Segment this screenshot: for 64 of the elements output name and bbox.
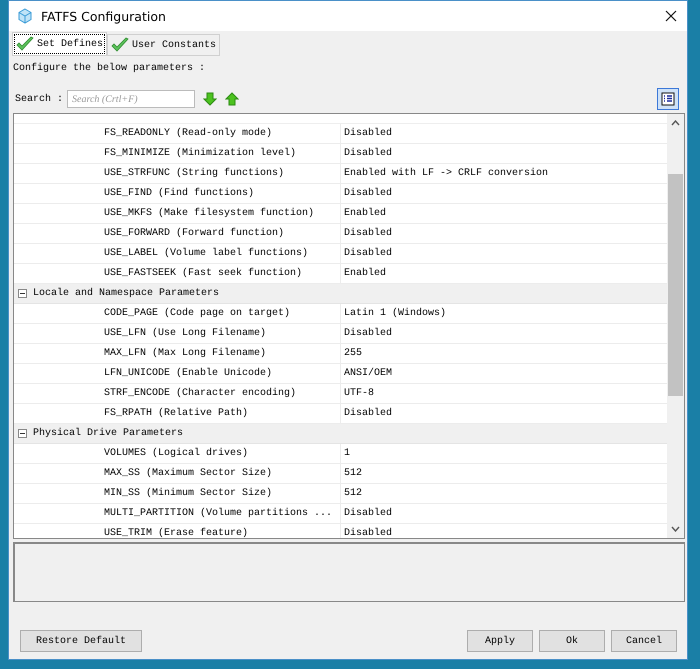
instruction-text: Configure the below parameters : — [13, 63, 206, 76]
parameter-name: MAX_LFN (Max Long Filename) — [14, 344, 341, 363]
parameter-value[interactable]: ANSI/OEM — [341, 368, 392, 379]
parameter-value[interactable]: Disabled — [341, 508, 392, 519]
parameter-value[interactable]: Disabled — [341, 408, 392, 419]
parameter-name: CODE_PAGE (Code page on target) — [14, 304, 341, 323]
scroll-down-icon[interactable] — [671, 526, 680, 532]
parameter-name: MULTI_PARTITION (Volume partitions ... — [14, 504, 341, 523]
dialog-button[interactable]: Ok — [539, 630, 605, 652]
tab[interactable]: Set Defines — [12, 32, 108, 56]
parameter-name: USE_LFN (Use Long Filename) — [14, 324, 341, 343]
list-icon — [661, 92, 675, 106]
parameter-value[interactable]: Enabled — [341, 268, 386, 279]
parameter-name: USE_FIND (Find functions) — [14, 184, 341, 203]
search-field[interactable]: Search (Crtl+F) — [67, 90, 196, 108]
parameter-name: MIN_SS (Minimum Sector Size) — [14, 484, 341, 503]
parameter-name: FS_MINIMIZE (Minimization level) — [14, 144, 341, 163]
parameter-value[interactable]: Latin 1 (Windows) — [341, 308, 446, 319]
parameter-value[interactable]: 512 — [341, 468, 362, 479]
parameter-name: FS_READONLY (Read-only mode) — [14, 124, 341, 143]
parameter-name: MAX_SS (Maximum Sector Size) — [14, 464, 341, 483]
parameter-name: USE_FORWARD (Forward function) — [14, 224, 341, 243]
parameter-name: USE_TRIM (Erase feature) — [14, 524, 341, 538]
checkmark-icon — [111, 37, 130, 53]
parameter-name: VOLUMES (Logical drives) — [14, 444, 341, 463]
parameter-value[interactable]: Enabled with LF -> CRLF conversion — [341, 168, 548, 179]
parameter-value[interactable]: Disabled — [341, 528, 392, 538]
collapse-toggle[interactable] — [18, 289, 27, 298]
parameter-name: USE_FASTSEEK (Fast seek function) — [14, 264, 341, 283]
checkmark-icon — [16, 36, 34, 52]
collapse-toggle[interactable] — [18, 429, 27, 438]
restore-default-button[interactable]: Restore Default — [20, 630, 142, 652]
group-header: Physical Drive Parameters — [33, 428, 184, 439]
dialog-button[interactable]: Cancel — [611, 630, 677, 652]
parameter-value[interactable]: Disabled — [341, 328, 392, 339]
scrollbar-thumb[interactable] — [668, 174, 683, 396]
parameter-value[interactable]: Disabled — [341, 128, 392, 139]
up-arrow-icon[interactable] — [225, 92, 240, 106]
parameter-value[interactable]: UTF-8 — [341, 388, 374, 399]
parameter-value[interactable]: Disabled — [341, 228, 392, 239]
scroll-up-icon[interactable] — [671, 120, 680, 126]
parameter-name: STRF_ENCODE (Character encoding) — [14, 384, 341, 403]
list-view-button[interactable] — [657, 88, 679, 110]
group-header: Locale and Namespace Parameters — [33, 288, 220, 299]
cube-icon — [17, 8, 33, 24]
down-arrow-icon[interactable] — [203, 92, 218, 106]
parameter-name: USE_LABEL (Volume label functions) — [14, 244, 341, 263]
parameter-value[interactable]: Disabled — [341, 248, 392, 259]
window-title: FATFS Configuration — [41, 8, 167, 24]
parameter-value[interactable]: Enabled — [341, 208, 386, 219]
parameter-name: LFN_UNICODE (Enable Unicode) — [14, 364, 341, 383]
close-icon[interactable] — [665, 10, 677, 22]
scrollbar[interactable] — [667, 114, 684, 538]
parameter-value[interactable]: 1 — [341, 448, 350, 459]
parameter-name: USE_STRFUNC (String functions) — [14, 164, 341, 183]
parameter-name: FS_RPATH (Relative Path) — [14, 404, 341, 423]
parameter-value[interactable]: 255 — [341, 348, 362, 359]
parameter-value[interactable]: 512 — [341, 488, 362, 499]
parameter-value[interactable]: Disabled — [341, 148, 392, 159]
parameter-value[interactable]: Disabled — [341, 188, 392, 199]
dialog-button[interactable]: Apply — [467, 630, 533, 652]
search-label: Search : — [15, 94, 64, 104]
parameter-name: USE_MKFS (Make filesystem function) — [14, 204, 341, 223]
tab[interactable]: User Constants — [107, 34, 220, 56]
